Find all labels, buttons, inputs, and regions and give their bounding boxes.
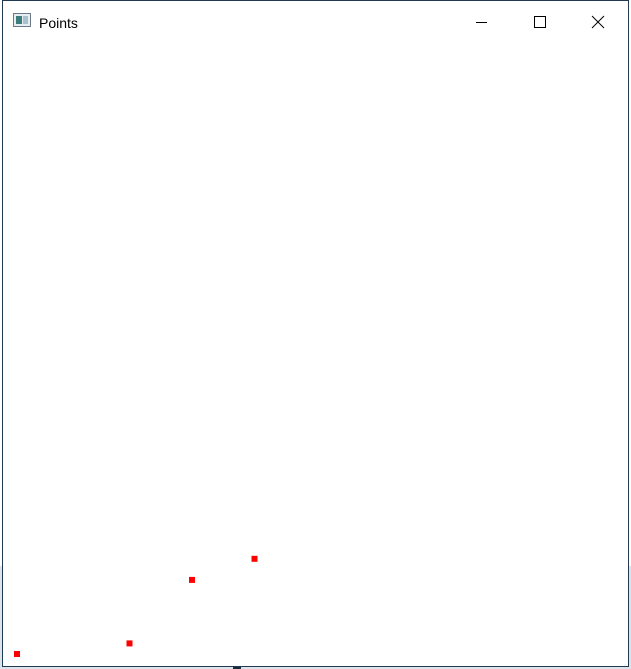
minimize-button[interactable] [452, 1, 510, 43]
point-marker [189, 576, 195, 583]
points-canvas[interactable] [3, 43, 628, 666]
window-title: Points [39, 15, 78, 31]
point-marker [251, 555, 258, 562]
title-bar[interactable]: Points [3, 1, 628, 43]
point-marker [14, 651, 20, 657]
points-window: Points [2, 0, 629, 667]
point-marker [126, 640, 133, 647]
close-icon [591, 15, 605, 29]
close-button[interactable] [568, 1, 626, 43]
minimize-icon [476, 22, 487, 23]
maximize-icon [534, 16, 546, 28]
scatter-plot [14, 555, 258, 657]
app-window-icon[interactable] [13, 13, 31, 27]
maximize-button[interactable] [510, 1, 568, 43]
